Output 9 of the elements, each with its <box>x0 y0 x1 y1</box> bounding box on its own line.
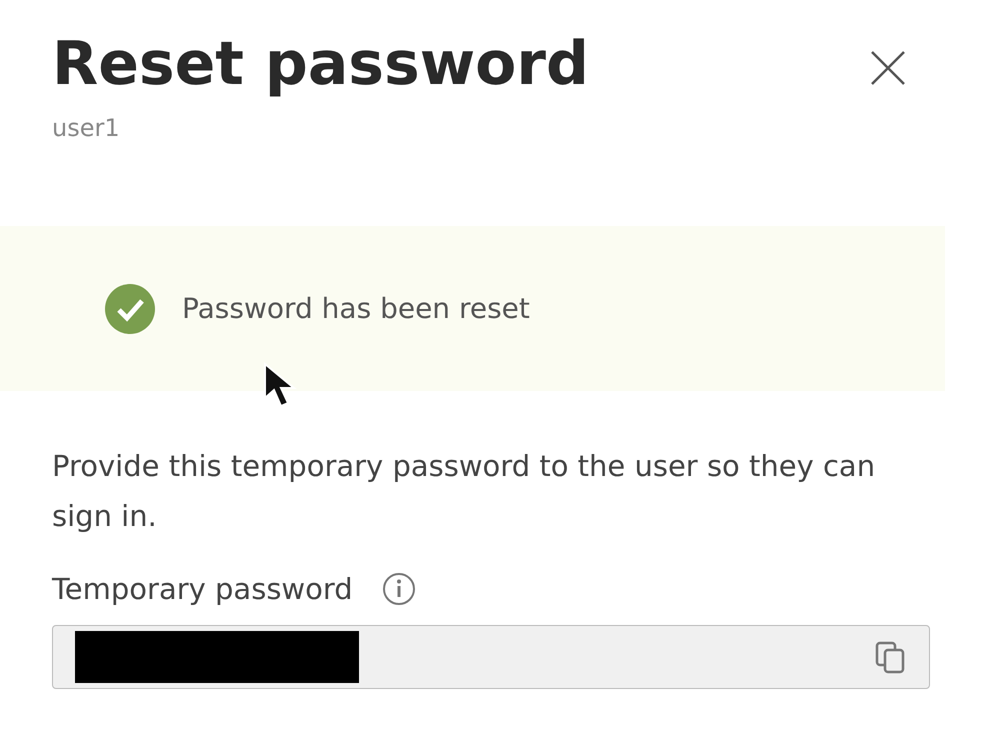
password-field[interactable] <box>52 625 930 689</box>
field-label: Temporary password <box>52 572 353 606</box>
instructions-text: Provide this temporary password to the user so they can sign in. <box>52 448 876 535</box>
panel-title: Reset password <box>52 28 589 101</box>
check-icon <box>104 282 156 334</box>
user-name: user1 <box>52 114 121 142</box>
info-icon[interactable] <box>380 571 417 607</box>
mouse-cursor-icon <box>263 362 299 408</box>
banner-message: Password has been reset <box>182 292 530 325</box>
